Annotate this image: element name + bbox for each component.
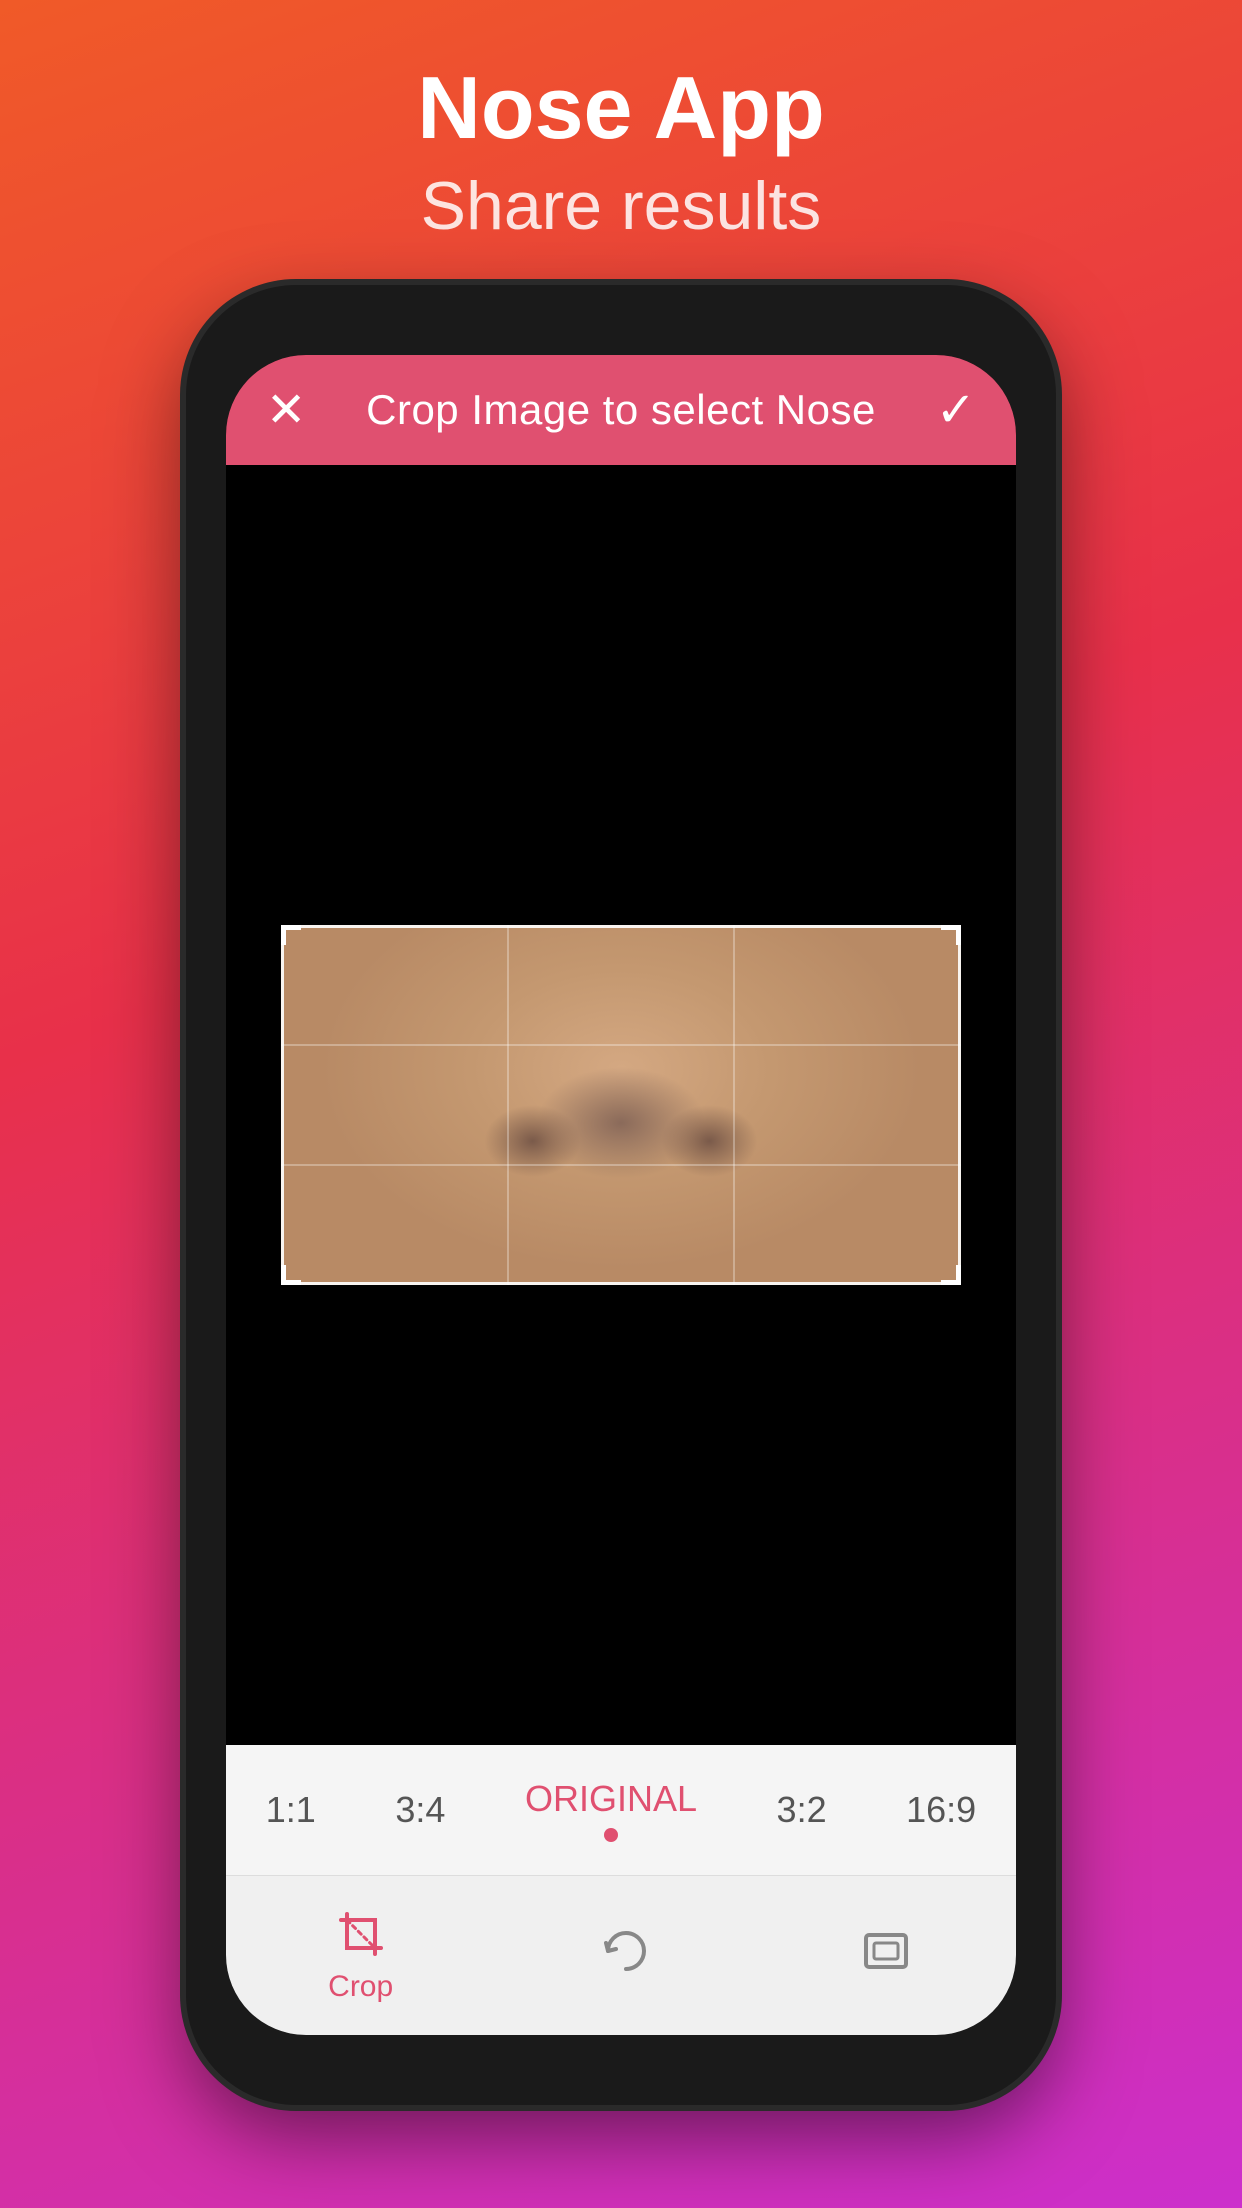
crop-header-bar: ✕ Crop Image to select Nose ✓ [226, 355, 1016, 465]
ratio-active-dot [604, 1828, 618, 1842]
phone-shell: ✕ Crop Image to select Nose ✓ [186, 285, 1056, 2105]
crop-action-button[interactable]: Crop [328, 1906, 393, 2004]
confirm-icon[interactable]: ✓ [936, 382, 976, 438]
action-bar: Crop [226, 1875, 1016, 2035]
close-icon[interactable]: ✕ [266, 382, 306, 438]
aspect-icon [858, 1923, 914, 1979]
crop-action-label: Crop [328, 1970, 393, 2004]
ratio-original[interactable]: ORIGINAL [505, 1768, 717, 1852]
app-subtitle: Share results [417, 167, 824, 245]
app-header: Nose App Share results [417, 0, 824, 285]
crop-main-area [226, 465, 1016, 1745]
crop-header-title: Crop Image to select Nose [366, 386, 876, 434]
nose-image [281, 925, 961, 1285]
phone-screen: ✕ Crop Image to select Nose ✓ [226, 355, 1016, 2035]
ratio-bar: 1:1 3:4 ORIGINAL 3:2 16:9 [226, 1745, 1016, 1875]
rotate-action-button[interactable] [598, 1923, 654, 1987]
rotate-icon [598, 1923, 654, 1979]
app-title: Nose App [417, 60, 824, 157]
crop-icon [333, 1906, 389, 1962]
ratio-3-2[interactable]: 3:2 [757, 1779, 847, 1841]
ratio-1-1[interactable]: 1:1 [246, 1779, 336, 1841]
ratio-16-9[interactable]: 16:9 [886, 1779, 996, 1841]
aspect-action-button[interactable] [858, 1923, 914, 1987]
crop-grid [281, 925, 961, 1285]
ratio-3-4[interactable]: 3:4 [375, 1779, 465, 1841]
crop-image-wrapper[interactable] [281, 925, 961, 1285]
